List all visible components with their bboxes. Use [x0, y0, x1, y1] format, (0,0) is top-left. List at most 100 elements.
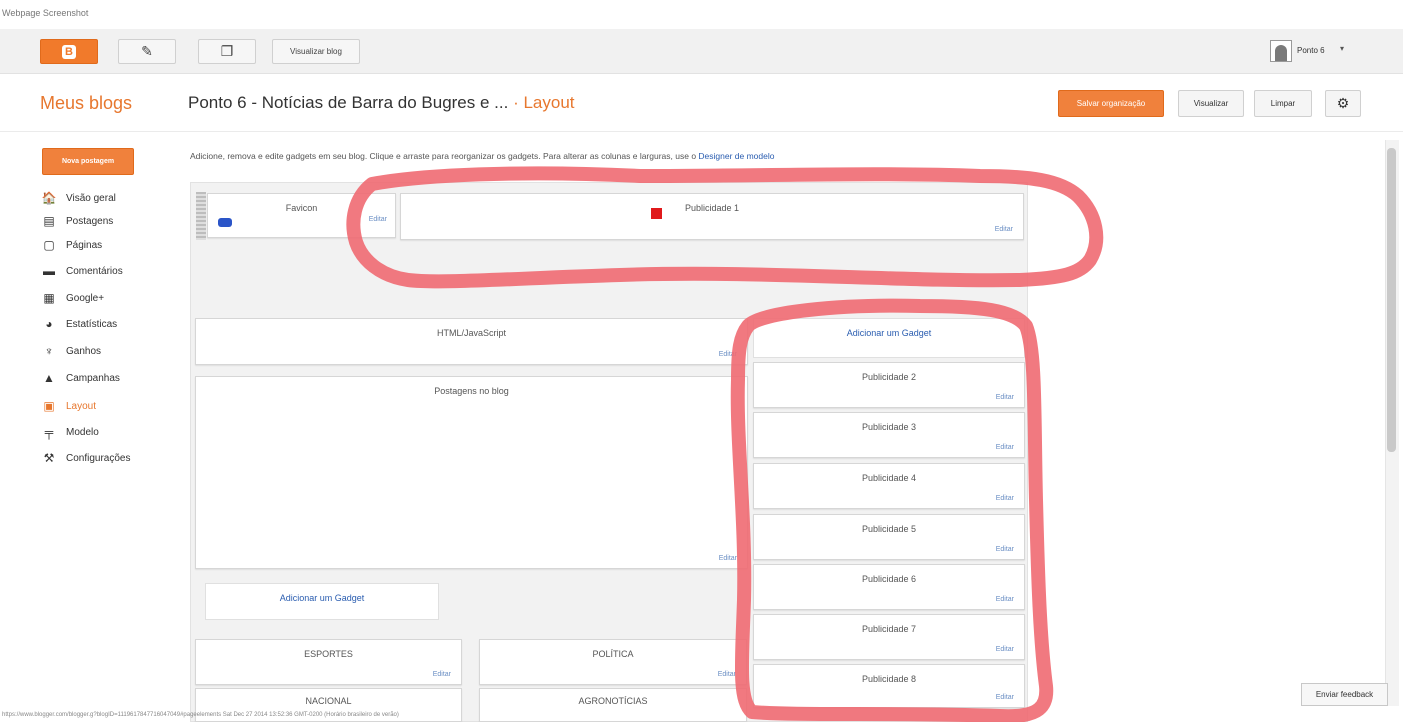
sidebar-item-label: Modelo — [66, 426, 99, 438]
sidebar-item-label: Comentários — [66, 265, 123, 277]
scrollbar-thumb[interactable] — [1387, 148, 1396, 452]
gadget-favicon[interactable]: Favicon Editar — [207, 193, 396, 238]
sidebar-item-label: Estatísticas — [66, 318, 118, 330]
screenshot-caption: Webpage Screenshot — [2, 8, 89, 18]
chevron-down-icon[interactable]: ▾ — [1340, 44, 1344, 53]
view-blog-button[interactable]: Visualizar blog — [272, 39, 360, 64]
edit-link[interactable]: Editar — [996, 646, 1014, 653]
sidebar-item-stats[interactable]: ◕ Estatísticas — [42, 314, 117, 334]
new-post-button[interactable]: Nova postagem — [42, 148, 134, 175]
page-title: Ponto 6 - Notícias de Barra do Bugres e … — [188, 93, 575, 113]
gadget-title: Publicidade 8 — [861, 674, 917, 684]
gadget-title: Publicidade 1 — [684, 203, 740, 213]
drag-handle[interactable] — [196, 192, 206, 240]
google-plus-icon: ▦ — [43, 291, 55, 305]
template-designer-link[interactable]: Designer de modelo — [698, 151, 774, 161]
gadget-publicidade-5[interactable]: Publicidade 5 Editar — [753, 514, 1025, 560]
gadget-title: NACIONAL — [305, 696, 352, 706]
edit-link[interactable]: Editar — [996, 596, 1014, 603]
sidebar-item-label: Visão geral — [66, 192, 116, 204]
edit-link[interactable]: Editar — [719, 555, 737, 562]
gadget-title: Favicon — [285, 203, 318, 213]
gadget-publicidade-4[interactable]: Publicidade 4 Editar — [753, 463, 1025, 509]
sidebar-item-pages[interactable]: ▢ Páginas — [42, 235, 102, 255]
comments-icon: ▬ — [43, 264, 55, 278]
gadget-title: POLÍTICA — [592, 649, 634, 659]
gadget-title: Publicidade 4 — [861, 473, 917, 483]
gadget-publicidade-3[interactable]: Publicidade 3 Editar — [753, 412, 1025, 458]
favicon-icon — [218, 218, 232, 227]
pages-button[interactable]: ❐ — [198, 39, 256, 64]
trophy-icon: ♆ — [44, 344, 54, 358]
sidebar-item-comments[interactable]: ▬ Comentários — [42, 261, 123, 281]
gadget-title: HTML/JavaScript — [436, 328, 507, 338]
blogger-logo-icon: B — [62, 44, 76, 59]
edit-link[interactable]: Editar — [433, 671, 451, 678]
sidebar-item-label: Google+ — [66, 292, 105, 304]
gadget-agronoticias[interactable]: AGRONOTÍCIAS — [479, 688, 747, 722]
avatar-silhouette-icon — [1275, 45, 1287, 61]
user-avatar[interactable] — [1270, 40, 1292, 62]
gear-icon: ⚙ — [1336, 95, 1350, 111]
gadget-title: Publicidade 5 — [861, 524, 917, 534]
gadget-publicidade-8[interactable]: Publicidade 8 Editar — [753, 664, 1025, 708]
sidebar-item-label: Páginas — [66, 239, 103, 251]
edit-link[interactable]: Editar — [996, 694, 1014, 701]
clear-button[interactable]: Limpar — [1254, 90, 1312, 117]
sidebar-item-posts[interactable]: ▤ Postagens — [42, 211, 113, 231]
template-icon: ╤ — [44, 425, 54, 439]
sidebar-item-label: Campanhas — [66, 372, 120, 384]
title-separator: · — [508, 93, 524, 112]
posts-icon: ▤ — [43, 214, 55, 228]
gadget-blog-posts[interactable]: Postagens no blog Editar — [195, 376, 748, 569]
blogger-home-button[interactable]: B — [40, 39, 98, 64]
settings-gear-button[interactable]: ⚙ — [1325, 90, 1361, 117]
gadget-publicidade-1[interactable]: Publicidade 1 Editar — [400, 193, 1024, 240]
sidebar-item-home[interactable]: 🏠 Visão geral — [42, 188, 116, 208]
gadget-publicidade-6[interactable]: Publicidade 6 Editar — [753, 564, 1025, 610]
add-gadget-main-link[interactable]: Adicionar um Gadget — [205, 583, 439, 620]
home-icon: 🏠 — [41, 191, 57, 205]
my-blogs-link[interactable]: Meus blogs — [40, 93, 132, 114]
edit-link[interactable]: Editar — [369, 216, 387, 223]
sidebar-item-google-plus[interactable]: ▦ Google+ — [42, 288, 104, 308]
page-url-footer: https://www.blogger.com/blogger.g?blogID… — [2, 712, 399, 718]
edit-link[interactable]: Editar — [719, 351, 737, 358]
wrench-icon: ⚒ — [43, 451, 55, 465]
gadget-title: AGRONOTÍCIAS — [578, 696, 648, 706]
gadget-politica[interactable]: POLÍTICA Editar — [479, 639, 747, 685]
gadget-publicidade-2[interactable]: Publicidade 2 Editar — [753, 362, 1025, 408]
gadget-title: ESPORTES — [304, 649, 353, 659]
new-post-pen-button[interactable]: ✎ — [118, 39, 176, 64]
edit-link[interactable]: Editar — [996, 444, 1014, 451]
section-name: Layout — [523, 93, 575, 112]
gadget-html-javascript[interactable]: HTML/JavaScript Editar — [195, 318, 748, 365]
edit-link[interactable]: Editar — [996, 546, 1014, 553]
user-name[interactable]: Ponto 6 — [1297, 46, 1325, 55]
gadget-esportes[interactable]: ESPORTES Editar — [195, 639, 462, 685]
pencil-icon: ✎ — [141, 43, 153, 59]
layout-icon: ▣ — [43, 399, 55, 413]
sidebar-item-wrench[interactable]: ⚒ Configurações — [42, 448, 131, 468]
sidebar-item-label: Ganhos — [66, 345, 102, 357]
add-gadget-sidebar-link[interactable]: Adicionar um Gadget — [753, 318, 1025, 358]
gadget-title: Publicidade 2 — [861, 372, 917, 382]
blog-name: Ponto 6 - Notícias de Barra do Bugres e … — [188, 93, 509, 112]
campaigns-icon: ▲ — [43, 371, 55, 385]
gadget-publicidade-7[interactable]: Publicidade 7 Editar — [753, 614, 1025, 660]
edit-link[interactable]: Editar — [718, 671, 736, 678]
sidebar-item-campaigns[interactable]: ▲ Campanhas — [42, 368, 120, 388]
pages-icon: ▢ — [43, 238, 55, 252]
sidebar-item-template[interactable]: ╤ Modelo — [42, 422, 99, 442]
edit-link[interactable]: Editar — [995, 226, 1013, 233]
send-feedback-button[interactable]: Enviar feedback — [1301, 683, 1388, 706]
edit-link[interactable]: Editar — [996, 394, 1014, 401]
save-arrangement-button[interactable]: Salvar organização — [1058, 90, 1164, 117]
sidebar-item-label: Layout — [66, 400, 97, 412]
edit-link[interactable]: Editar — [996, 495, 1014, 502]
gadget-title: Publicidade 6 — [861, 574, 917, 584]
top-bar: B ✎ ❐ Visualizar blog Ponto 6 ▾ — [0, 29, 1403, 74]
sidebar-item-trophy[interactable]: ♆ Ganhos — [42, 341, 102, 361]
preview-button[interactable]: Visualizar — [1178, 90, 1244, 117]
sidebar-item-layout[interactable]: ▣ Layout — [42, 396, 96, 416]
